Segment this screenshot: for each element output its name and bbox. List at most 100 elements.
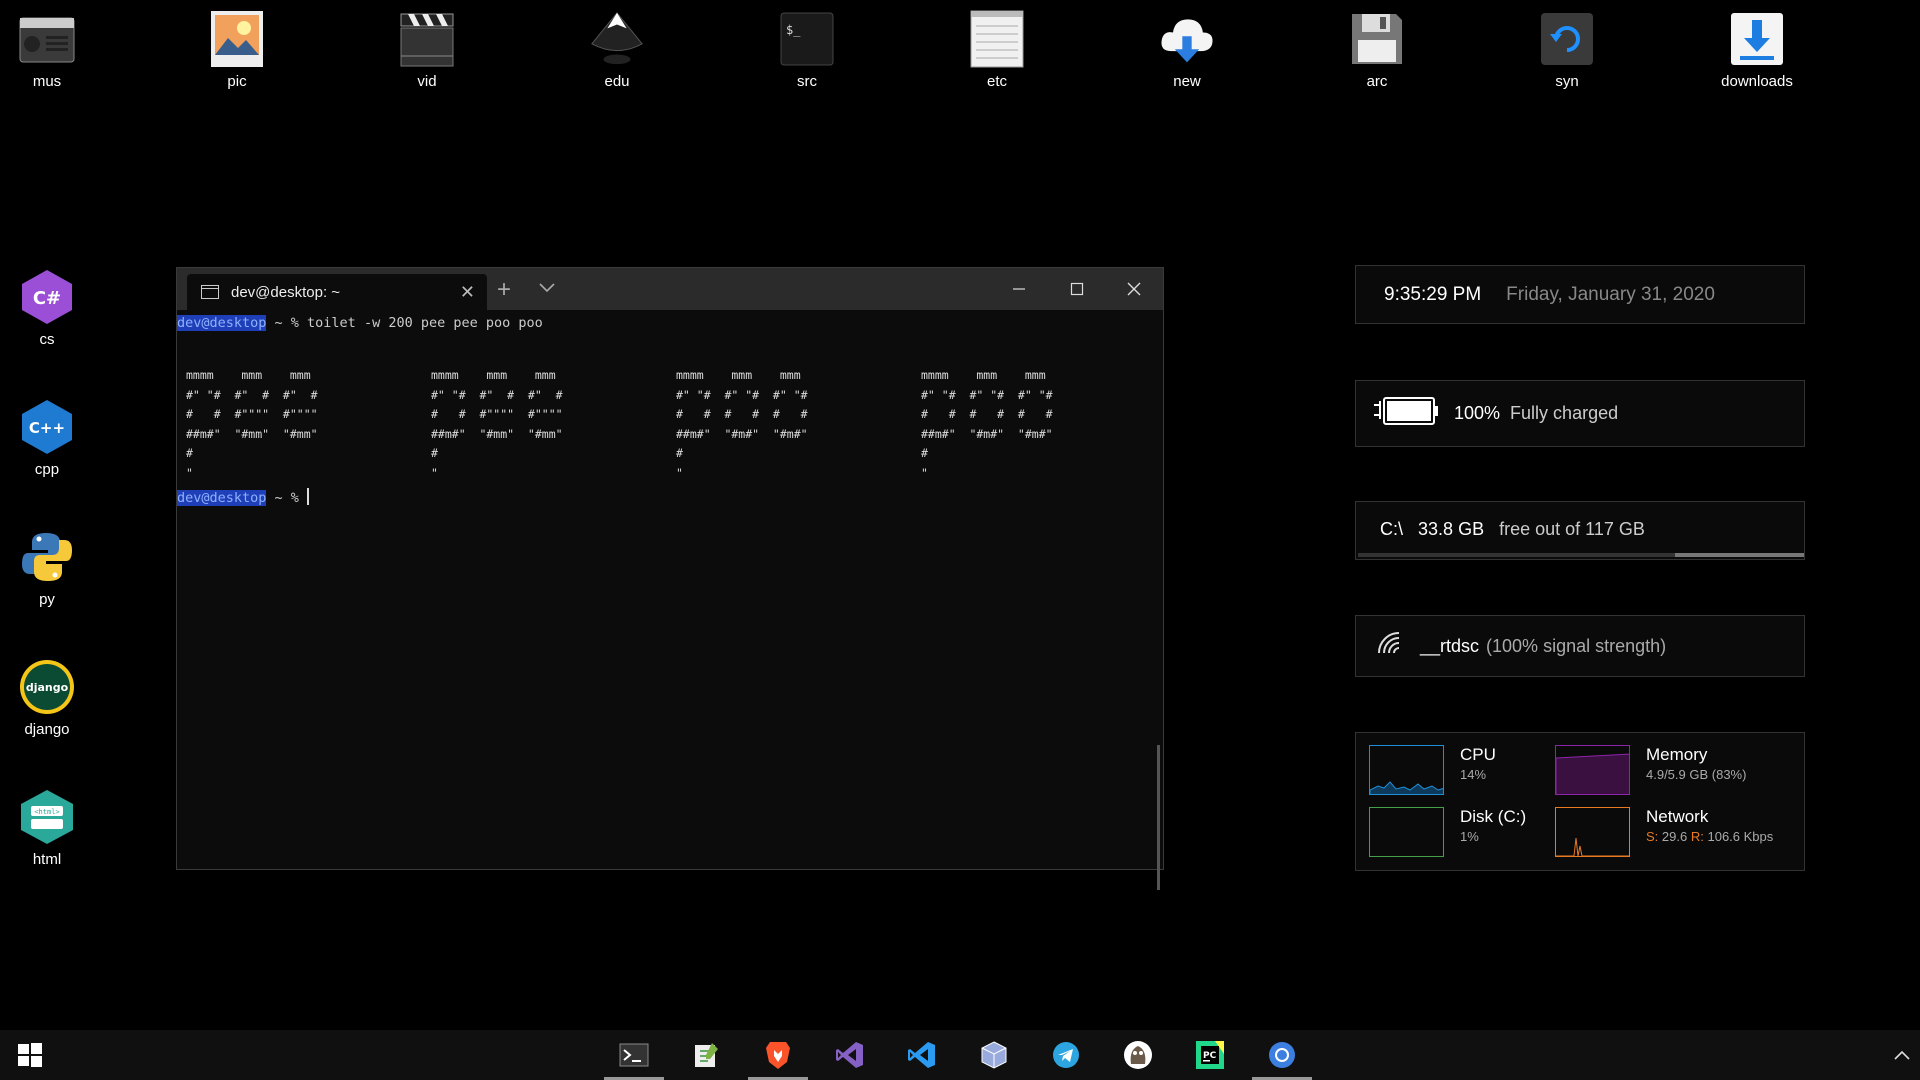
wifi-widget: __rtdsc (100% signal strength) — [1355, 615, 1805, 677]
taskbar-notepadpp[interactable] — [676, 1030, 736, 1080]
download-icon — [1728, 10, 1786, 68]
start-button[interactable] — [0, 1030, 60, 1080]
desktop-icon-cpp[interactable]: C++ cpp — [0, 398, 102, 478]
perf-memory: Memory 4.9/5.9 GB (83%) — [1555, 745, 1746, 795]
tab-close-icon[interactable]: ✕ — [460, 282, 475, 303]
disk-free: 33.8 GB — [1418, 519, 1485, 539]
cpp-icon: C++ — [18, 398, 76, 456]
wifi-icon — [1376, 631, 1406, 662]
csharp-icon: C# — [18, 268, 76, 326]
battery-icon — [1372, 393, 1440, 434]
disk-total: free out of 117 GB — [1499, 519, 1645, 539]
desktop-icon-vid[interactable]: vid — [372, 10, 482, 90]
close-icon — [1127, 282, 1141, 296]
cpu-label: CPU — [1460, 745, 1496, 764]
taskbar-pycharm[interactable]: PC — [1180, 1030, 1240, 1080]
perf-disk: Disk (C:) 1% — [1369, 807, 1526, 857]
desktop-icon-pic[interactable]: pic — [182, 10, 292, 90]
disk-value: 1% — [1460, 829, 1479, 844]
ascii-word: mmmm mmm mmm #" "# #" # #" # # # #"""" #… — [431, 368, 563, 480]
cpu-value: 14% — [1460, 767, 1487, 782]
taskbar-vscode[interactable] — [892, 1030, 952, 1080]
disk-graph — [1369, 807, 1444, 857]
new-tab-button[interactable]: + — [497, 276, 511, 304]
taskbar: PC — [0, 1030, 1920, 1080]
inkscape-icon — [588, 10, 646, 68]
text-cursor — [307, 488, 310, 505]
chrome-icon — [1269, 1042, 1295, 1068]
taskbar-telegram[interactable] — [1036, 1030, 1096, 1080]
clock-date: Friday, January 31, 2020 — [1506, 283, 1715, 305]
perf-network: Network S: 29.6 R: 106.6 Kbps — [1555, 807, 1773, 857]
django-icon: django — [18, 658, 76, 716]
desktop-icon-django[interactable]: django django — [0, 658, 102, 738]
svg-text:PC: PC — [1203, 1051, 1217, 1061]
desktop-icon-label: pic — [227, 73, 247, 90]
desktop-icon-label: edu — [604, 73, 630, 90]
memory-graph — [1555, 745, 1630, 795]
windows-icon — [18, 1043, 42, 1067]
terminal-titlebar[interactable]: dev@desktop: ~ ✕ + — [177, 268, 1163, 310]
brave-icon — [766, 1042, 790, 1069]
memory-label: Memory — [1646, 745, 1708, 764]
desktop-icon-etc[interactable]: etc — [942, 10, 1052, 90]
desktop-icon-html[interactable]: <html> html — [0, 788, 102, 868]
network-value: S: 29.6 R: 106.6 Kbps — [1646, 829, 1774, 844]
command-text: toilet -w 200 pee pee poo poo — [307, 315, 543, 331]
taskbar-chrome[interactable] — [1252, 1030, 1312, 1080]
terminal-window[interactable]: dev@desktop: ~ ✕ + dev@desktop ~ % toile… — [176, 267, 1164, 890]
perf-cpu: CPU 14% — [1369, 745, 1496, 795]
battery-status: Fully charged — [1510, 403, 1619, 423]
network-graph — [1555, 807, 1630, 857]
desktop-icon-label: src — [797, 73, 817, 90]
desktop-icon-mus[interactable]: mus — [0, 10, 102, 90]
taskbar-gimp[interactable] — [1108, 1030, 1168, 1080]
cloud-download-icon — [1158, 10, 1216, 68]
telegram-icon — [1053, 1042, 1079, 1068]
taskbar-virtualbox[interactable] — [964, 1030, 1024, 1080]
gimp-icon — [1124, 1041, 1152, 1069]
close-button[interactable] — [1105, 268, 1163, 310]
picture-icon — [208, 10, 266, 68]
desktop-icon-label: cs — [39, 331, 55, 348]
disk-drive: C:\ — [1380, 519, 1404, 539]
ascii-art-output: mmmm mmm mmm #" "# #" # #" # # # #"""" #… — [186, 366, 1163, 483]
ascii-word: mmmm mmm mmm #" "# #" "# #" "# # # # # #… — [676, 368, 808, 480]
desktop-icon-src[interactable]: $_ src — [752, 10, 862, 90]
terminal-tab[interactable]: dev@desktop: ~ ✕ — [187, 274, 487, 310]
prompt-user: dev@desktop — [177, 315, 267, 331]
disk-usage-fill — [1674, 553, 1804, 557]
tray-chevron-up-icon[interactable] — [1894, 1044, 1910, 1065]
desktop-icon-label: vid — [417, 73, 437, 90]
desktop-icon-new[interactable]: new — [1132, 10, 1242, 90]
desktop-icon-arc[interactable]: arc — [1322, 10, 1432, 90]
desktop-icon-label: django — [24, 721, 70, 738]
virtualbox-icon — [981, 1041, 1007, 1069]
taskbar-visual-studio[interactable] — [820, 1030, 880, 1080]
disk-label: Disk (C:) — [1460, 807, 1527, 826]
chevron-down-icon[interactable] — [539, 280, 555, 298]
taskbar-brave[interactable] — [748, 1030, 808, 1080]
prompt-rest: ~ % — [266, 490, 308, 506]
desktop-icon-downloads[interactable]: downloads — [1702, 10, 1812, 90]
terminal-output[interactable]: dev@desktop ~ % toilet -w 200 pee pee po… — [177, 310, 1163, 890]
minimize-button[interactable] — [990, 268, 1048, 310]
vscode-icon — [908, 1042, 935, 1068]
notepad-icon — [968, 10, 1026, 68]
floppy-disk-icon — [1348, 10, 1406, 68]
maximize-icon — [1070, 282, 1084, 296]
maximize-button[interactable] — [1048, 268, 1106, 310]
visual-studio-icon — [836, 1042, 863, 1068]
desktop-icon-edu[interactable]: edu — [562, 10, 672, 90]
taskbar-terminal[interactable] — [604, 1030, 664, 1080]
terminal-scrollbar[interactable] — [1157, 745, 1160, 890]
wifi-ssid: __rtdsc — [1420, 635, 1480, 656]
ascii-word: mmmm mmm mmm #" "# #" "# #" "# # # # # #… — [921, 368, 1053, 480]
desktop-icon-cs[interactable]: C# cs — [0, 268, 102, 348]
wifi-signal: (100% signal strength) — [1486, 635, 1667, 656]
python-icon — [18, 528, 76, 586]
clock-time: 9:35:29 PM — [1384, 283, 1482, 305]
desktop-icon-py[interactable]: py — [0, 528, 102, 608]
battery-percent: 100% — [1454, 403, 1501, 423]
desktop-icon-syn[interactable]: syn — [1512, 10, 1622, 90]
